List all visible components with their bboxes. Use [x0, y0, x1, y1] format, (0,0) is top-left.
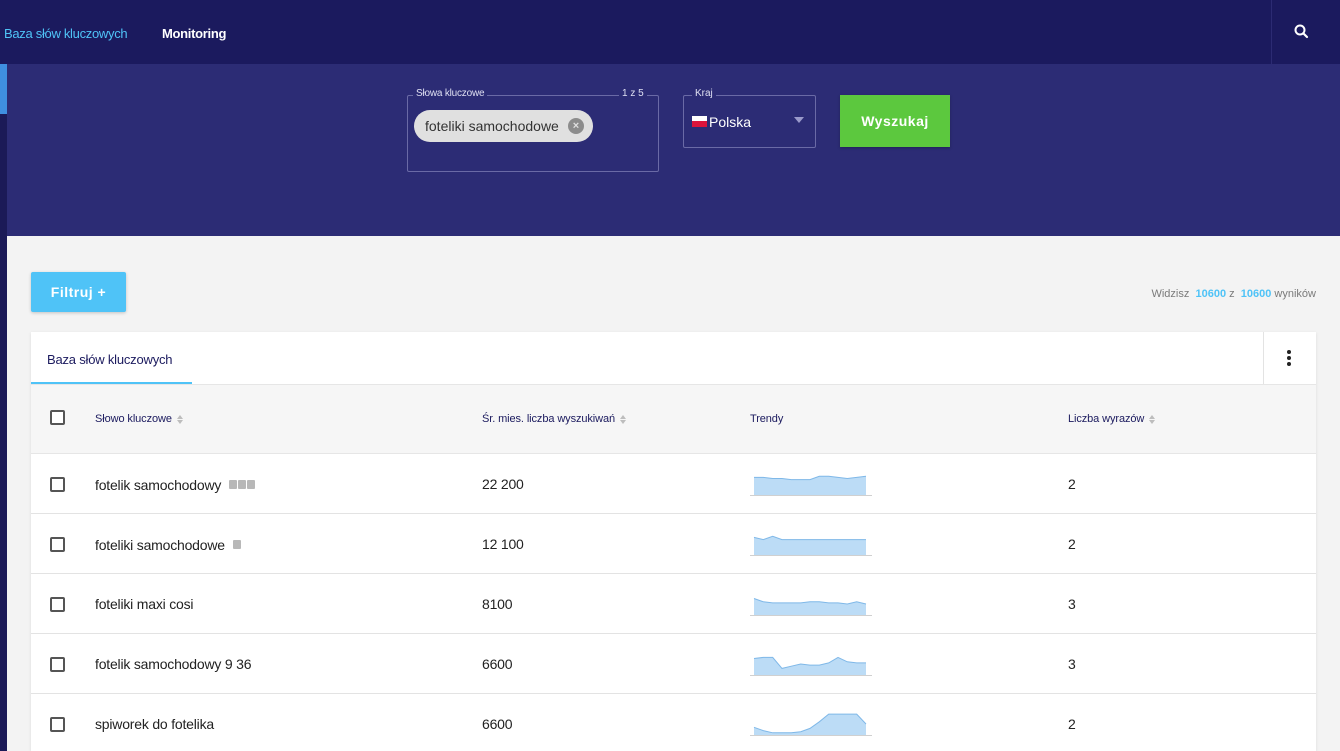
map-icon [238, 480, 247, 489]
keywords-table-card: Baza słów kluczowych Słowo kluczowe Śr. … [31, 332, 1316, 751]
sort-icon[interactable] [176, 414, 183, 424]
column-header-word-count[interactable]: Liczba wyrazów [1068, 413, 1156, 425]
card-header-divider [1263, 332, 1264, 384]
keyword-chip[interactable]: foteliki samochodowe × [414, 110, 593, 142]
column-header-keyword[interactable]: Słowo kluczowe [95, 413, 183, 425]
word-count-cell: 3 [1068, 596, 1076, 612]
row-checkbox[interactable] [50, 597, 65, 612]
row-checkbox[interactable] [50, 717, 65, 732]
row-checkbox[interactable] [50, 477, 65, 492]
volume-cell: 8100 [482, 596, 513, 612]
nav-item-keyword-base[interactable]: Baza słów kluczowych [4, 26, 128, 41]
dropdown-caret-icon[interactable] [794, 117, 804, 123]
results-sep: z [1229, 288, 1235, 300]
poland-flag-icon [692, 116, 707, 127]
trend-sparkline [750, 713, 872, 736]
keyword-cell: foteliki samochodowe [95, 536, 242, 553]
results-total: 10600 [1240, 288, 1272, 300]
serp-features [229, 476, 256, 492]
search-panel [7, 64, 1340, 236]
shop-icon [247, 480, 256, 489]
table-row[interactable]: fotelik samochodowy 9 36 6600 3 [31, 634, 1316, 694]
country-select-label: Kraj [692, 88, 716, 99]
table-row[interactable]: foteliki maxi cosi 8100 3 [31, 574, 1316, 634]
keyword-text[interactable]: fotelik samochodowy 9 36 [95, 656, 251, 672]
volume-cell: 6600 [482, 716, 513, 732]
side-rail [0, 64, 7, 751]
map-icon [232, 540, 241, 549]
keywords-counter: 1 z 5 [619, 88, 647, 99]
trend-sparkline [750, 656, 872, 676]
table-header: Słowo kluczowe Śr. mies. liczba wyszukiw… [31, 384, 1316, 454]
volume-cell: 12 100 [482, 536, 524, 552]
table-row[interactable]: spiworek do fotelika 6600 2 [31, 694, 1316, 751]
serp-features [232, 536, 242, 552]
keyword-text[interactable]: fotelik samochodowy [95, 477, 221, 493]
column-header-trends: Trendy [750, 413, 784, 425]
keywords-field-label: Słowa kluczowe [413, 88, 488, 99]
column-header-volume[interactable]: Śr. mies. liczba wyszukiwań [482, 413, 627, 425]
sort-icon[interactable] [620, 414, 627, 424]
results-shown: 10600 [1195, 288, 1227, 300]
trend-sparkline [750, 535, 872, 556]
search-button[interactable]: Wyszukaj [840, 95, 950, 147]
word-count-cell: 2 [1068, 716, 1076, 732]
table-row[interactable]: fotelik samochodowy 22 200 2 [31, 454, 1316, 514]
word-count-cell: 2 [1068, 476, 1076, 492]
word-count-cell: 3 [1068, 656, 1076, 672]
keyword-cell: fotelik samochodowy 9 36 [95, 656, 251, 672]
results-prefix: Widzisz [1151, 288, 1190, 300]
nav-divider [1271, 0, 1272, 64]
keyword-text[interactable]: foteliki maxi cosi [95, 596, 194, 612]
image-icon [229, 480, 238, 489]
select-all-checkbox[interactable] [50, 410, 65, 425]
results-suffix: wyników [1274, 288, 1316, 300]
volume-cell: 6600 [482, 656, 513, 672]
keyword-text[interactable]: spiworek do fotelika [95, 716, 214, 732]
trend-sparkline [750, 475, 872, 496]
row-checkbox[interactable] [50, 657, 65, 672]
more-options-icon[interactable] [1287, 350, 1291, 366]
keyword-text[interactable]: foteliki samochodowe [95, 537, 225, 553]
nav-item-monitoring[interactable]: Monitoring [162, 26, 226, 41]
results-count: Widzisz 10600 z 10600 wyników [1151, 288, 1316, 300]
country-select-value: Polska [709, 114, 752, 130]
chip-remove-icon[interactable]: × [568, 118, 584, 134]
table-row[interactable]: foteliki samochodowe 12 100 2 [31, 514, 1316, 574]
keyword-cell: fotelik samochodowy [95, 476, 256, 493]
top-navbar: Baza słów kluczowych Monitoring [0, 0, 1340, 64]
keyword-chip-label: foteliki samochodowe [425, 118, 559, 134]
tab-keyword-base[interactable]: Baza słów kluczowych [47, 352, 173, 367]
volume-cell: 22 200 [482, 476, 524, 492]
trend-sparkline [750, 598, 872, 616]
word-count-cell: 2 [1068, 536, 1076, 552]
keyword-cell: spiworek do fotelika [95, 716, 214, 732]
sort-icon[interactable] [1149, 414, 1156, 424]
row-checkbox[interactable] [50, 537, 65, 552]
keyword-cell: foteliki maxi cosi [95, 596, 194, 612]
side-rail-active-indicator [0, 64, 7, 114]
search-icon[interactable] [1292, 22, 1312, 42]
filter-button[interactable]: Filtruj + [31, 272, 126, 312]
